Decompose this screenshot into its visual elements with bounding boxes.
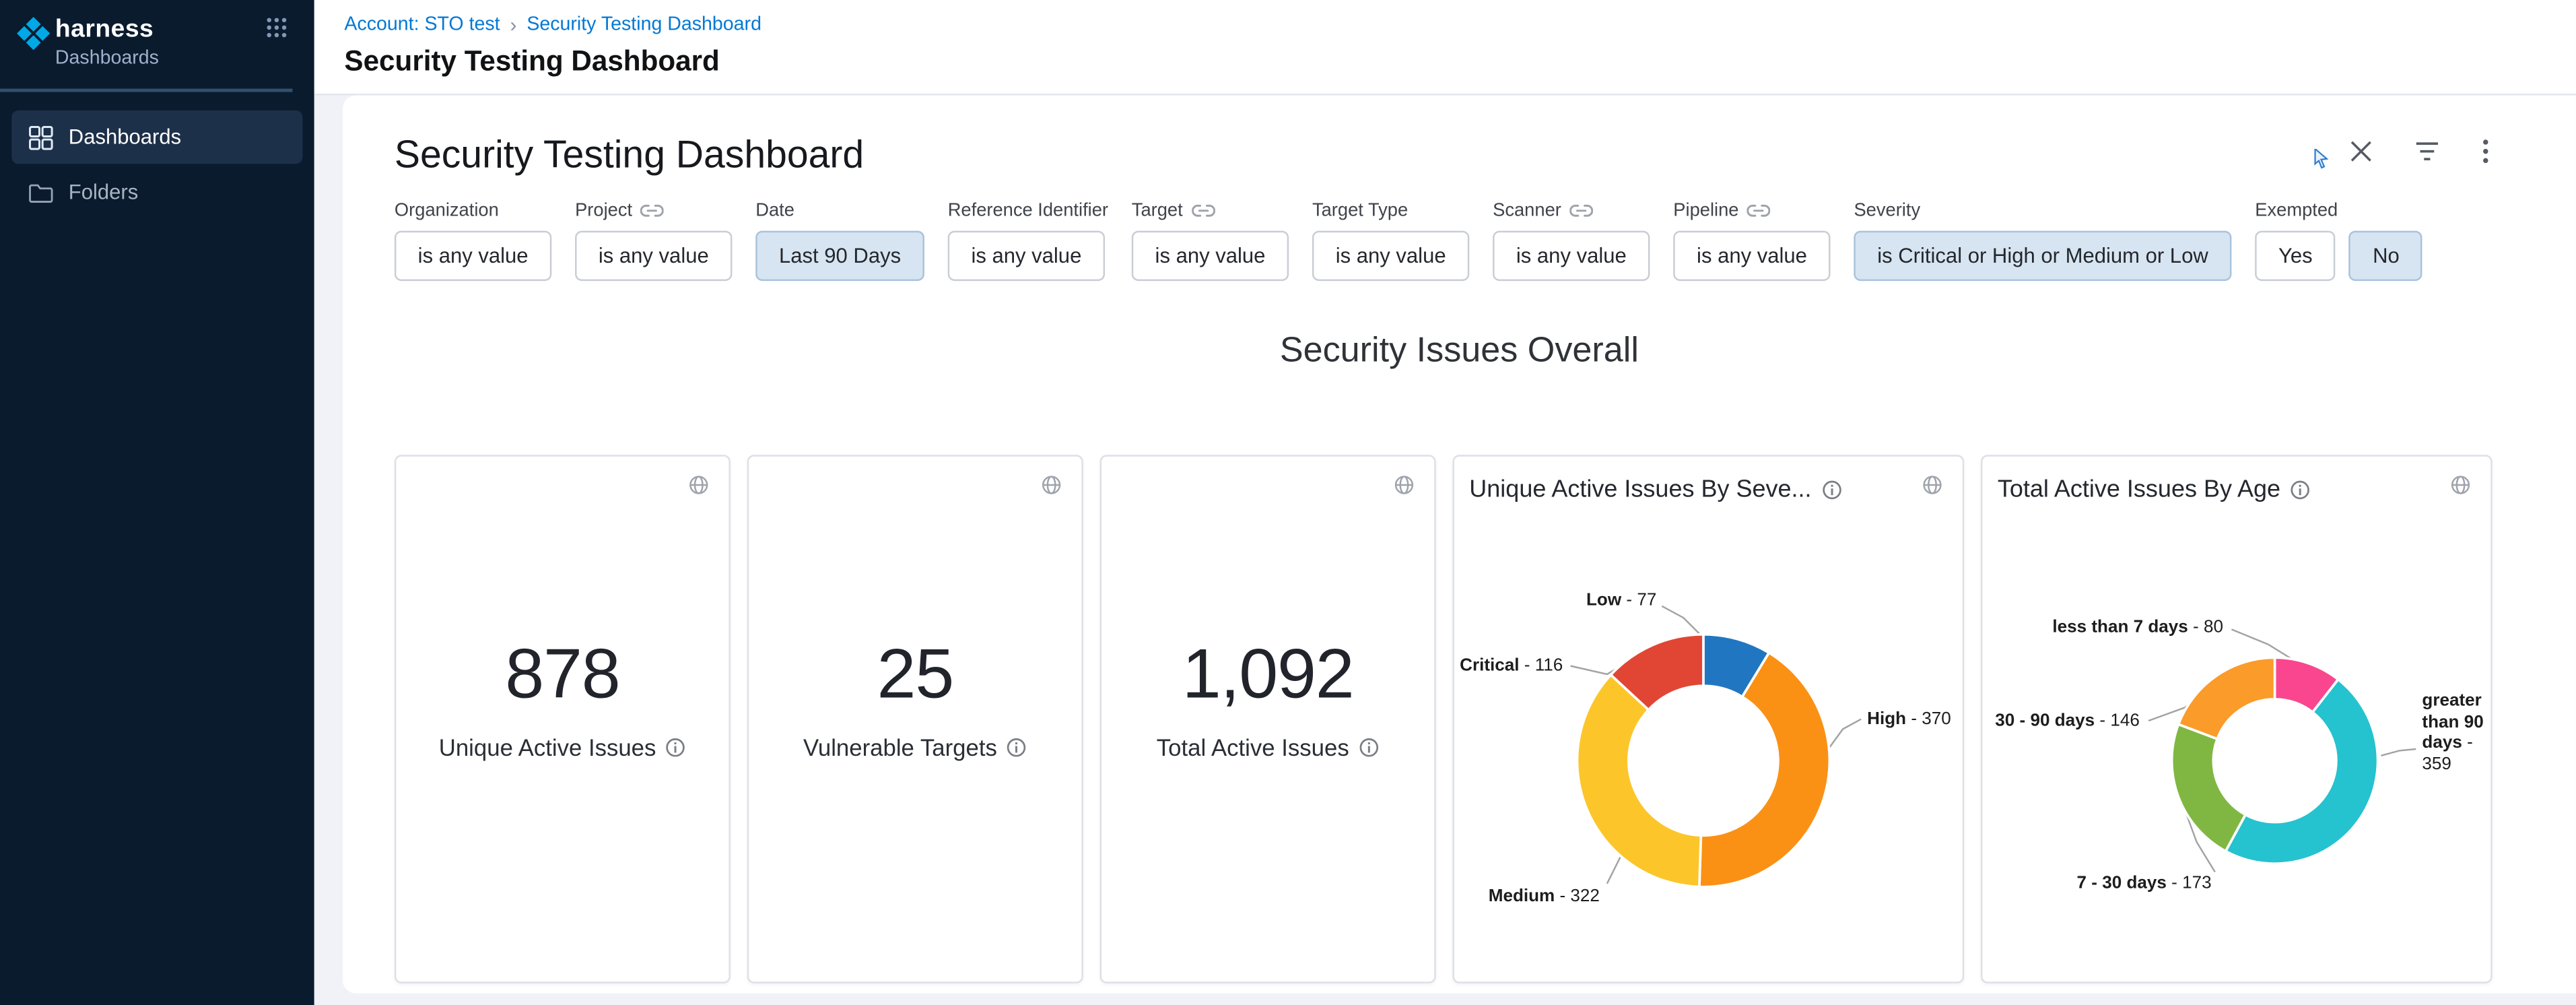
filter-group: Scanner is any value [1493, 199, 1650, 281]
sidebar-item-dashboards[interactable]: Dashboards [11, 110, 302, 164]
donut-slice[interactable] [2179, 657, 2275, 739]
page-title: Security Testing Dashboard [344, 45, 2575, 79]
filter-chip[interactable]: is any value [575, 231, 732, 281]
filter-label: Reference Identifier [948, 200, 1108, 220]
chart-tile-issues-by-age: Total Active Issues By Age [1981, 455, 2493, 983]
stat-label: Vulnerable Targets [803, 734, 997, 761]
filter-label: Pipeline [1673, 200, 1738, 220]
donut-slice[interactable] [1577, 675, 1701, 887]
panel-actions [2350, 139, 2489, 164]
link-icon [1191, 195, 1215, 225]
stat-label: Total Active Issues [1157, 734, 1349, 761]
filter-icon[interactable] [2416, 141, 2439, 162]
donut-slice[interactable] [2226, 680, 2378, 864]
filter-group: Date Last 90 Days [755, 199, 924, 281]
link-icon [1747, 195, 1771, 225]
app-root: harness Dashboards [0, 0, 2576, 1005]
mouse-cursor [2313, 147, 2328, 177]
info-icon[interactable] [1359, 738, 1380, 758]
sidebar-nav: Dashboards Folders [0, 108, 314, 220]
filter-group: Organization is any value [395, 199, 551, 281]
filter-chip[interactable]: is Critical or High or Medium or Low [1854, 231, 2231, 281]
filter-label: Scanner [1493, 200, 1561, 220]
stat-tile-vulnerable-targets: 25 Vulnerable Targets [747, 455, 1083, 983]
filter-chip[interactable]: is any value [1132, 231, 1289, 281]
link-icon [641, 195, 665, 225]
chart-label: 7 - 30 days - 173 [2077, 873, 2212, 893]
link-icon [1569, 195, 1593, 225]
donut-slice[interactable] [2172, 724, 2245, 851]
chart-label: Critical - 116 [1460, 655, 1563, 676]
chart-label: Low - 77 [1586, 590, 1656, 610]
content-area: Security Testing Dashboard [314, 96, 2576, 1005]
stat-value: 1,092 [1182, 634, 1354, 714]
stat-tile-unique-active-issues: 878 Unique Active Issues [395, 455, 731, 983]
tiles-row: 878 Unique Active Issues [395, 455, 2524, 983]
filter-group: Exempted Yes No [2255, 199, 2422, 281]
apps-grid-icon[interactable] [266, 17, 287, 47]
breadcrumb-account-link[interactable]: Account: STO test [344, 15, 500, 35]
filter-group: Target Type is any value [1312, 199, 1469, 281]
filter-bar: Organization is any value Project is any… [395, 199, 2524, 281]
filter-label: Target Type [1312, 200, 1408, 220]
dashboards-icon [27, 125, 54, 150]
filter-group: Pipeline is any value [1673, 199, 1830, 281]
chart-tile-issues-by-severity: Unique Active Issues By Seve... [1452, 455, 1964, 983]
filter-group: Target is any value [1132, 199, 1289, 281]
stat-value: 878 [505, 634, 619, 714]
dashboard-title: Security Testing Dashboard [395, 129, 2524, 179]
filter-label: Project [575, 200, 632, 220]
module-name: Dashboards [55, 48, 159, 69]
filter-chip[interactable]: Last 90 Days [755, 231, 924, 281]
filter-chip[interactable]: No [2349, 231, 2422, 281]
filter-group: Reference Identifier is any value [948, 199, 1108, 281]
filter-label: Organization [395, 200, 499, 220]
stat-label: Unique Active Issues [439, 734, 656, 761]
chart-label: 30 - 90 days - 146 [1995, 711, 2140, 731]
stat-value: 25 [877, 634, 954, 714]
breadcrumb-separator: › [510, 13, 516, 37]
filter-chip[interactable]: is any value [1493, 231, 1650, 281]
harness-logo-icon [15, 15, 52, 60]
filter-chip[interactable]: Yes [2255, 231, 2336, 281]
sidebar-item-label: Folders [69, 181, 138, 204]
filter-chip[interactable]: is any value [1673, 231, 1830, 281]
breadcrumb: Account: STO test › Security Testing Das… [344, 13, 2575, 37]
filter-label: Date [755, 200, 794, 220]
page-header: Account: STO test › Security Testing Das… [314, 0, 2576, 96]
section-title: Security Issues Overall [395, 328, 2524, 375]
filter-label: Severity [1854, 200, 1920, 220]
filter-chip[interactable]: is any value [395, 231, 551, 281]
chart-label: High - 370 [1867, 709, 1951, 730]
filter-label: Target [1132, 200, 1183, 220]
filter-group: Project is any value [575, 199, 732, 281]
filter-label: Exempted [2255, 200, 2338, 220]
chart-label: greater than 90 days - 359 [2422, 690, 2499, 775]
filter-chip[interactable]: is any value [948, 231, 1105, 281]
dashboard-panel: Security Testing Dashboard [343, 96, 2576, 994]
sidebar-item-folders[interactable]: Folders [11, 166, 302, 219]
filter-chip[interactable]: is any value [1312, 231, 1469, 281]
brand-name: harness [55, 15, 159, 45]
stat-tile-total-active-issues: 1,092 Total Active Issues [1100, 455, 1436, 983]
sidebar-item-label: Dashboards [69, 125, 181, 149]
breadcrumb-page-link[interactable]: Security Testing Dashboard [527, 15, 761, 35]
main-area: Account: STO test › Security Testing Das… [314, 0, 2576, 1005]
info-icon[interactable] [666, 738, 686, 758]
sidebar: harness Dashboards [0, 0, 314, 1005]
filter-group: Severity is Critical or High or Medium o… [1854, 199, 2231, 281]
close-icon[interactable] [2350, 141, 2372, 162]
kebab-menu-icon[interactable] [2482, 139, 2489, 164]
folder-icon [27, 181, 54, 203]
sidebar-divider [0, 89, 292, 92]
info-icon[interactable] [1007, 738, 1027, 758]
chart-label: less than 7 days - 80 [2052, 617, 2223, 637]
chart-label: Medium - 322 [1489, 886, 1600, 907]
sidebar-header: harness Dashboards [0, 0, 314, 82]
